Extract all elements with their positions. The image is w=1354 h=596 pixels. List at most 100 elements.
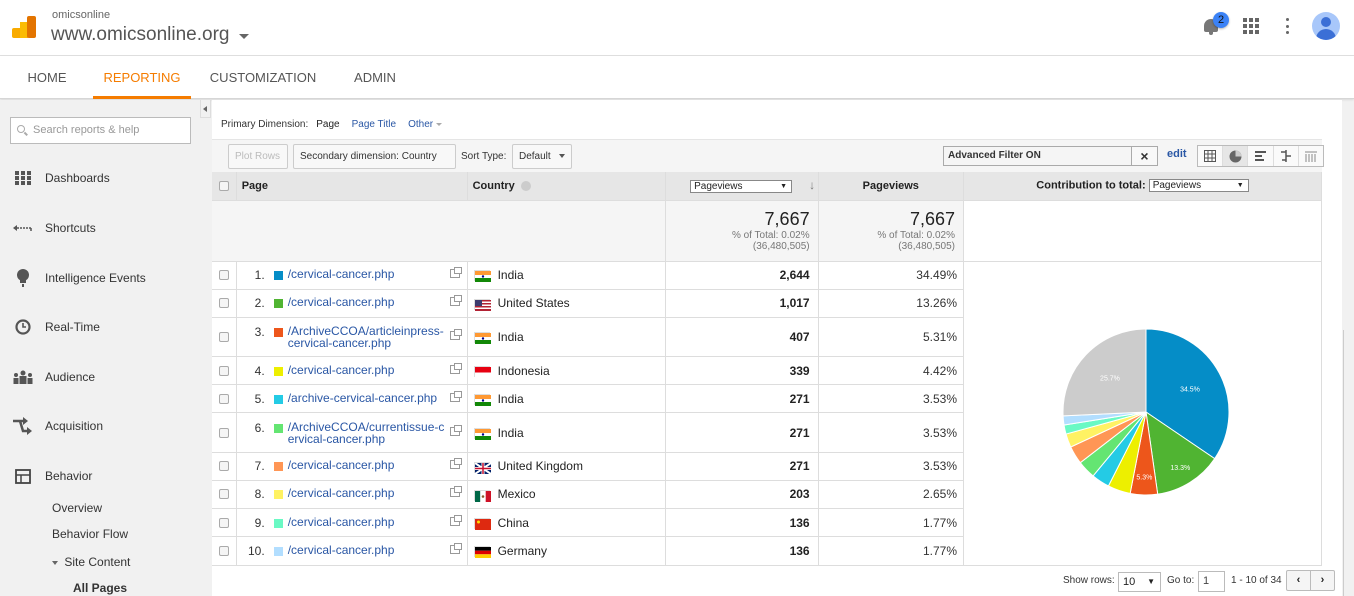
- plot-rows-button[interactable]: Plot Rows: [228, 144, 288, 169]
- open-external-link-icon[interactable]: [449, 267, 462, 279]
- country-name[interactable]: United Kingdom: [498, 459, 583, 473]
- tab-customization[interactable]: CUSTOMIZATION: [206, 56, 320, 99]
- page-link[interactable]: /cervical-cancer.php: [288, 516, 448, 528]
- sidebar-item-audience[interactable]: Audience: [0, 365, 200, 389]
- open-external-link-icon[interactable]: [449, 458, 462, 470]
- pageviews-percent: 3.53%: [818, 452, 965, 481]
- layout-icon: [0, 468, 45, 484]
- sidebar-subitem-behavior-flow[interactable]: Behavior Flow: [52, 527, 128, 541]
- prev-page-button[interactable]: ‹: [1286, 570, 1311, 591]
- page-link[interactable]: /cervical-cancer.php: [288, 364, 448, 376]
- remove-dimension-icon[interactable]: [520, 180, 531, 191]
- col-pageviews-header[interactable]: Pageviews: [818, 172, 965, 201]
- sidebar-subitem-site-content[interactable]: Site Content: [52, 555, 130, 569]
- row-checkbox[interactable]: [218, 331, 229, 342]
- primary-dimension-page-title[interactable]: Page Title: [352, 119, 396, 130]
- open-external-link-icon[interactable]: [449, 328, 462, 340]
- page-link[interactable]: /ArchiveCCOA/articleinpress-cervical-can…: [288, 325, 448, 349]
- tab-home[interactable]: HOME: [17, 56, 77, 99]
- advanced-filter-input[interactable]: Advanced Filter ON ×: [943, 146, 1158, 166]
- sidebar-item-acquisition[interactable]: Acquisition: [0, 414, 200, 438]
- page-cell: 4. /cervical-cancer.php: [236, 356, 468, 386]
- country-name[interactable]: China: [498, 516, 529, 530]
- row-checkbox[interactable]: [218, 489, 229, 500]
- pivot-view-icon[interactable]: [1299, 146, 1323, 166]
- vertical-scrollbar[interactable]: [1343, 330, 1352, 596]
- search-input[interactable]: Search reports & help: [10, 117, 191, 144]
- country-name[interactable]: India: [498, 392, 524, 406]
- country-name[interactable]: Indonesia: [498, 364, 550, 378]
- row-checkbox[interactable]: [218, 365, 229, 376]
- col-country-header[interactable]: Country: [467, 172, 667, 201]
- country-name[interactable]: United States: [498, 296, 570, 310]
- edit-filter-link[interactable]: edit: [1167, 148, 1187, 160]
- row-checkbox[interactable]: [218, 545, 229, 556]
- page-link[interactable]: /cervical-cancer.php: [288, 459, 448, 471]
- country-name[interactable]: India: [498, 268, 524, 282]
- property-selector[interactable]: www.omicsonline.org: [51, 24, 250, 46]
- series-color-swatch: [273, 327, 283, 337]
- sidebar-subitem-overview[interactable]: Overview: [52, 501, 102, 515]
- row-checkbox[interactable]: [218, 270, 229, 281]
- row-checkbox[interactable]: [218, 427, 229, 438]
- series-color-swatch: [273, 462, 283, 472]
- sort-desc-arrow-icon[interactable]: ↓: [809, 178, 815, 192]
- more-options-icon[interactable]: [1284, 18, 1290, 34]
- sidebar-item-intelligence-events[interactable]: Intelligence Events: [0, 266, 200, 290]
- row-checkbox[interactable]: [218, 298, 229, 309]
- tab-admin[interactable]: ADMIN: [345, 56, 405, 99]
- col-page-header[interactable]: Page: [236, 172, 468, 201]
- row-checkbox[interactable]: [218, 461, 229, 472]
- row-checkbox[interactable]: [218, 393, 229, 404]
- table-header-row: Page Country Pageviews ↓ Pageviews Contr…: [212, 172, 1322, 201]
- pie-chart-cell: 34.5% 13.3% 5.3% 25.7%: [963, 261, 1322, 566]
- page-link[interactable]: /cervical-cancer.php: [288, 296, 448, 308]
- page-link[interactable]: /ArchiveCCOA/currentissue-cervical-cance…: [288, 421, 448, 445]
- open-external-link-icon[interactable]: [449, 424, 462, 436]
- page-cell: 7. /cervical-cancer.php: [236, 452, 468, 481]
- page-link[interactable]: /cervical-cancer.php: [288, 268, 448, 280]
- page-link[interactable]: /cervical-cancer.php: [288, 544, 448, 556]
- row-checkbox[interactable]: [218, 517, 229, 528]
- sidebar-item-dashboards[interactable]: Dashboards: [0, 166, 200, 190]
- comparison-view-icon[interactable]: [1274, 146, 1299, 166]
- open-external-link-icon[interactable]: [449, 486, 462, 498]
- open-external-link-icon[interactable]: [449, 362, 462, 374]
- next-page-button[interactable]: ›: [1310, 570, 1335, 591]
- pie-slice[interactable]: [1062, 327, 1147, 416]
- sidebar-subitem-all-pages[interactable]: All Pages: [73, 581, 127, 595]
- country-name[interactable]: Mexico: [498, 487, 536, 501]
- country-name[interactable]: India: [498, 330, 524, 344]
- page-link[interactable]: /cervical-cancer.php: [288, 487, 448, 499]
- open-external-link-icon[interactable]: [449, 295, 462, 307]
- sidebar-item-real-time[interactable]: Real-Time: [0, 315, 200, 339]
- primary-dimension-other[interactable]: Other: [408, 119, 442, 130]
- contribution-select[interactable]: Pageviews: [1148, 179, 1249, 193]
- open-external-link-icon[interactable]: [449, 390, 462, 402]
- select-all-checkbox[interactable]: [218, 180, 229, 191]
- clear-filter-icon[interactable]: ×: [1131, 147, 1157, 165]
- notification-count-badge[interactable]: 2: [1213, 12, 1229, 28]
- country-name[interactable]: India: [498, 426, 524, 440]
- sort-type-value: Default: [519, 151, 551, 162]
- primary-dimension-page[interactable]: Page: [316, 119, 339, 130]
- metric-select[interactable]: Pageviews: [690, 180, 793, 194]
- collapse-sidebar-button[interactable]: [200, 100, 211, 118]
- secondary-dimension-dropdown[interactable]: Secondary dimension: Country: [293, 144, 456, 182]
- sort-type-dropdown[interactable]: Default: [512, 144, 572, 169]
- table-view-icon[interactable]: [1198, 146, 1224, 166]
- open-external-link-icon[interactable]: [449, 542, 462, 554]
- page-link[interactable]: /archive-cervical-cancer.php: [288, 392, 448, 404]
- open-external-link-icon[interactable]: [449, 514, 462, 526]
- tab-reporting[interactable]: REPORTING: [93, 56, 191, 99]
- country-name[interactable]: Germany: [498, 544, 547, 558]
- sidebar-item-behavior[interactable]: Behavior: [0, 464, 200, 488]
- performance-view-icon[interactable]: [1248, 146, 1274, 166]
- show-rows-select[interactable]: 10 ▼: [1118, 572, 1161, 592]
- page-cell: 8. /cervical-cancer.php: [236, 480, 468, 510]
- apps-grid-icon[interactable]: [1243, 18, 1259, 34]
- pie-view-icon[interactable]: [1223, 146, 1249, 166]
- sidebar-item-shortcuts[interactable]: Shortcuts: [0, 216, 200, 240]
- user-avatar[interactable]: [1312, 12, 1340, 40]
- goto-input[interactable]: 1: [1198, 571, 1225, 592]
